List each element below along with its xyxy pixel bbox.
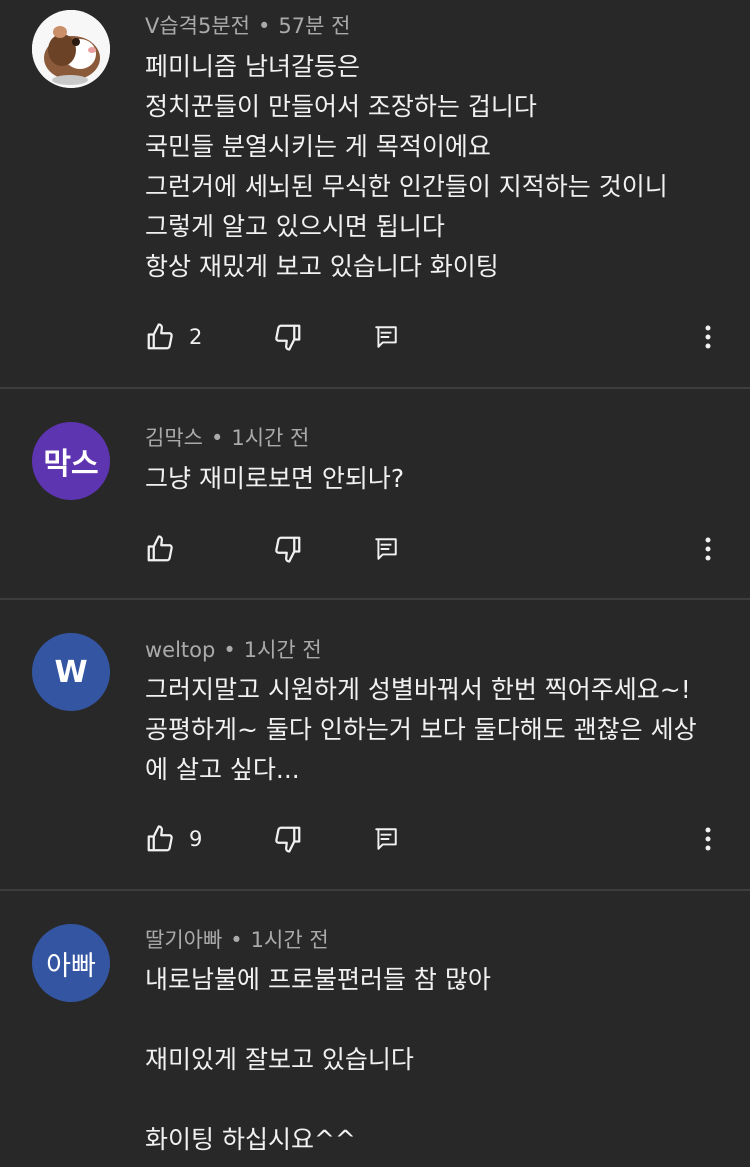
- dislike-button[interactable]: [273, 529, 303, 569]
- more-vertical-icon: [705, 537, 711, 561]
- comment-time[interactable]: 1시간 전: [231, 426, 309, 450]
- comment-body: 그냥 재미로보면 안되나?: [145, 459, 735, 499]
- reply-icon: [375, 538, 397, 560]
- comment-time[interactable]: 1시간 전: [244, 638, 322, 662]
- thumb-up-icon: [147, 323, 173, 350]
- meta-separator: •: [210, 426, 224, 450]
- comment-line: 재미있게 잘보고 있습니다: [145, 1045, 414, 1074]
- comment-time[interactable]: 57분 전: [278, 14, 350, 38]
- thumb-down-icon: [275, 536, 301, 563]
- guinea-pig-avatar-icon: [32, 10, 110, 88]
- avatar[interactable]: 막스: [32, 422, 110, 500]
- like-count: 2: [189, 325, 203, 349]
- more-vertical-icon: [705, 325, 711, 349]
- comment-line: 그냥 재미로보면 안되나?: [145, 464, 405, 493]
- dislike-button[interactable]: [273, 317, 303, 357]
- reply-button[interactable]: [373, 529, 399, 569]
- comment-divider: [0, 889, 750, 891]
- reply-button[interactable]: [373, 819, 399, 859]
- comment-line: 화이팅 하십시요^^: [145, 1125, 356, 1154]
- meta-separator: •: [223, 638, 236, 662]
- avatar-initials: W: [54, 654, 88, 690]
- comment-divider: [0, 598, 750, 600]
- comment-meta: weltop • 1시간 전: [145, 634, 322, 664]
- like-button[interactable]: [145, 529, 175, 569]
- more-options-button[interactable]: [703, 529, 713, 569]
- comment-body: 그러지말고 시원하게 성별바꿔서 한번 찍어주세요~! 공평하게~ 둘다 인하는…: [145, 670, 735, 790]
- author-name[interactable]: 김막스: [145, 426, 203, 450]
- meta-separator: •: [258, 14, 271, 38]
- thumb-down-icon: [275, 324, 301, 351]
- dislike-button[interactable]: [273, 819, 303, 859]
- avatar-initials: 막스: [43, 447, 99, 482]
- reply-icon: [375, 828, 397, 850]
- more-vertical-icon: [705, 827, 711, 851]
- avatar[interactable]: W: [32, 633, 110, 711]
- more-options-button[interactable]: [703, 819, 713, 859]
- meta-separator: •: [230, 928, 243, 952]
- comment-body: 페미니즘 남녀갈등은 정치꾼들이 만들어서 조장하는 겁니다 국민들 분열시키는…: [145, 47, 735, 287]
- avatar[interactable]: 아빠: [32, 924, 110, 1002]
- comment-time[interactable]: 1시간 전: [251, 928, 329, 952]
- reply-icon: [375, 326, 397, 348]
- thumb-up-icon: [147, 825, 173, 852]
- comment-line: 국민들 분열시키는 게 목적이에요: [145, 132, 491, 161]
- like-button[interactable]: 9: [145, 819, 202, 859]
- like-button[interactable]: 2: [145, 317, 202, 357]
- comment-line: 그런거에 세뇌된 무식한 인간들이 지적하는 것이니: [145, 172, 668, 201]
- comment-line: 페미니즘 남녀갈등은: [145, 52, 360, 81]
- comment-line: 그러지말고 시원하게 성별바꿔서 한번 찍어주세요~!: [145, 675, 691, 704]
- comment-actions: 9: [145, 819, 735, 859]
- comment-meta: V습격5분전 • 57분 전: [145, 10, 350, 40]
- comment-line: 공평하게~ 둘다 인하는거 보다 둘다해도 괜찮은 세상: [145, 715, 697, 744]
- comment-actions: 2: [145, 317, 735, 357]
- comment-meta: 김막스 • 1시간 전: [145, 422, 309, 452]
- like-count: 9: [189, 827, 203, 851]
- author-name[interactable]: weltop: [145, 638, 215, 662]
- comment-line: 정치꾼들이 만들어서 조장하는 겁니다: [145, 92, 537, 121]
- comment-line: 항상 재밌게 보고 있습니다 화이팅: [145, 252, 499, 281]
- comment-actions: [145, 529, 735, 569]
- comment-line: [145, 1080, 735, 1120]
- comment-meta: 딸기아빠 • 1시간 전: [145, 924, 329, 954]
- author-name[interactable]: 딸기아빠: [145, 928, 222, 952]
- comment-line: [145, 1000, 735, 1040]
- comment-line: 그렇게 알고 있으시면 됩니다: [145, 212, 445, 241]
- comment-divider: [0, 387, 750, 389]
- avatar[interactable]: [32, 10, 110, 88]
- more-options-button[interactable]: [703, 317, 713, 357]
- avatar-initials: 아빠: [46, 950, 96, 982]
- thumb-down-icon: [275, 826, 301, 853]
- comment-line: 에 살고 싶다...: [145, 755, 300, 784]
- comment-body: 내로남불에 프로불편러들 참 많아 재미있게 잘보고 있습니다 화이팅 하십시요…: [145, 960, 735, 1160]
- reply-button[interactable]: [373, 317, 399, 357]
- comment-line: 내로남불에 프로불편러들 참 많아: [145, 965, 491, 994]
- thumb-up-icon: [147, 535, 173, 562]
- author-name[interactable]: V습격5분전: [145, 14, 250, 38]
